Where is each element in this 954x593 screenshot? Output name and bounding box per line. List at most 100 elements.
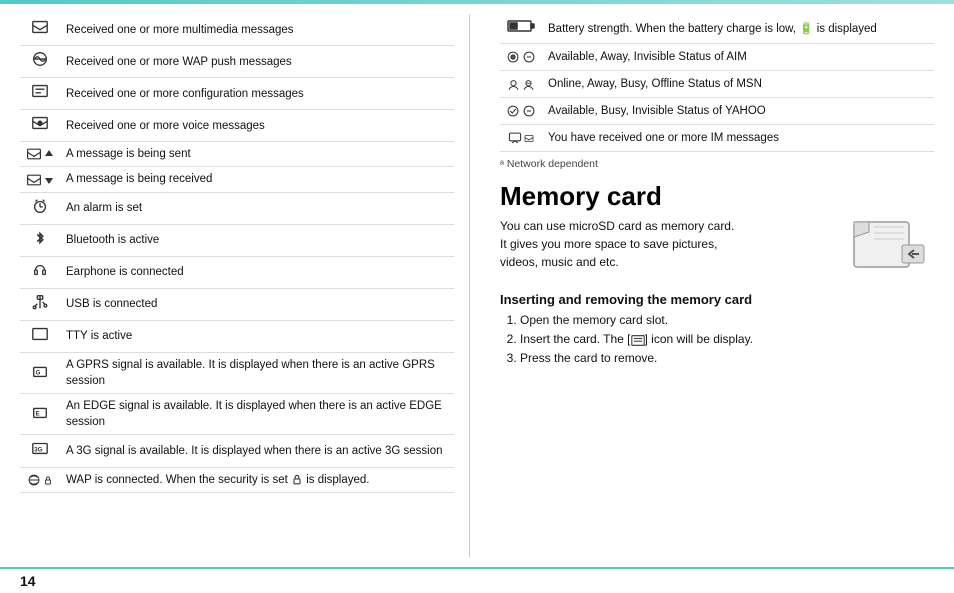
msn-icons: [506, 78, 536, 91]
svg-text:E: E: [36, 410, 40, 417]
edge-label: An EDGE signal is available. It is displ…: [60, 394, 454, 435]
table-row: A message is being sent: [20, 142, 454, 167]
icon-cell: G: [20, 353, 60, 394]
table-row: TTY is active: [20, 320, 454, 352]
im-chat-icon: [508, 131, 522, 145]
edge-icon: E: [31, 403, 49, 421]
im-label: You have received one or more IM message…: [542, 125, 934, 152]
svg-text:3G: 3G: [34, 447, 43, 454]
gprs-icon: G: [31, 362, 49, 380]
battery-label: Battery strength. When the battery charg…: [542, 14, 934, 44]
icon-cell: [20, 467, 60, 492]
usb-label: USB is connected: [60, 288, 454, 320]
icon-cell: 3G: [20, 435, 60, 467]
network-note: ᵃ Network dependent: [500, 158, 934, 170]
right-column: Battery strength. When the battery charg…: [490, 14, 934, 557]
msn-busy-icon: [522, 78, 535, 91]
table-row: G A GPRS signal is available. It is disp…: [20, 353, 454, 394]
lock-icon: [43, 475, 53, 485]
3g-icon: 3G: [31, 439, 49, 457]
inserting-steps: Open the memory card slot. Insert the ca…: [500, 311, 934, 369]
msn-online-icon: [507, 78, 520, 91]
bluetooth-icon: [31, 229, 49, 247]
bluetooth-label: Bluetooth is active: [60, 224, 454, 256]
icon-cell: [20, 224, 60, 256]
table-row: Received one or more multimedia messages: [20, 14, 454, 46]
icon-cell: [500, 14, 542, 44]
earphone-icon: [31, 261, 49, 279]
wap-label: Received one or more WAP push messages: [60, 46, 454, 78]
table-row: Bluetooth is active: [20, 224, 454, 256]
earphone-label: Earphone is connected: [60, 256, 454, 288]
msn-label: Online, Away, Busy, Offline Status of MS…: [542, 71, 934, 98]
arrow-up-icon: [44, 149, 54, 159]
table-row: Received one or more WAP push messages: [20, 46, 454, 78]
page-container: Received one or more multimedia messages…: [0, 0, 954, 593]
icon-cell: [20, 192, 60, 224]
table-row: Earphone is connected: [20, 256, 454, 288]
yahoo-busy-icon: [522, 104, 536, 118]
msg-icon2: [26, 172, 42, 188]
list-item: Insert the card. The [] icon will be dis…: [520, 330, 934, 349]
tty-icon: [31, 325, 49, 343]
wap-security-label: WAP is connected. When the security is s…: [60, 467, 454, 492]
table-row: Available, Away, Invisible Status of AIM: [500, 44, 934, 71]
inserting-title: Inserting and removing the memory card: [500, 292, 934, 307]
memory-card-body: You can use microSD card as memory card.…: [500, 217, 934, 282]
icon-cell: [500, 125, 542, 152]
aim-available-icon: [506, 50, 520, 64]
multimedia-icon: [31, 18, 49, 36]
icon-cell: [500, 98, 542, 125]
memory-card-section: Memory card You can use microSD card as …: [500, 182, 934, 557]
icon-cell: [20, 78, 60, 110]
table-row: Battery strength. When the battery charg…: [500, 14, 934, 44]
memory-card-illustration: [844, 217, 934, 282]
voice-icon: [31, 114, 49, 132]
multimedia-label: Received one or more multimedia messages: [60, 14, 454, 46]
table-row: Online, Away, Busy, Offline Status of MS…: [500, 71, 934, 98]
sending-icon-group: [26, 146, 54, 162]
im-envelope-icon: [524, 133, 534, 143]
config-icon: [31, 82, 49, 100]
table-row: Received one or more voice messages: [20, 110, 454, 142]
icon-cell: [500, 71, 542, 98]
icon-cell: E: [20, 394, 60, 435]
voice-label: Received one or more voice messages: [60, 110, 454, 142]
config-label: Received one or more configuration messa…: [60, 78, 454, 110]
gprs-label: A GPRS signal is available. It is displa…: [60, 353, 454, 394]
im-icons: [506, 131, 536, 145]
right-icon-table: Battery strength. When the battery charg…: [500, 14, 934, 152]
alarm-icon: [31, 197, 49, 215]
icon-cell: [20, 256, 60, 288]
icon-table: Received one or more multimedia messages…: [20, 14, 454, 493]
content-area: Received one or more multimedia messages…: [0, 4, 954, 567]
usb-icon: [31, 293, 49, 311]
bottom-bar: 14: [0, 567, 954, 593]
table-row: USB is connected: [20, 288, 454, 320]
left-column: Received one or more multimedia messages…: [20, 14, 470, 557]
table-row: WAP is connected. When the security is s…: [20, 467, 454, 492]
yahoo-available-icon: [506, 104, 520, 118]
battery-icon: [507, 19, 535, 33]
receiving-label: A message is being received: [60, 167, 454, 192]
list-item: Open the memory card slot.: [520, 311, 934, 330]
aim-icons: [506, 50, 536, 64]
icon-cell: [20, 110, 60, 142]
icon-cell: [20, 320, 60, 352]
msg-icon: [26, 146, 42, 162]
icon-cell: [20, 288, 60, 320]
table-row: A message is being received: [20, 167, 454, 192]
wap-security-icon-group: [26, 473, 54, 487]
globe-icon: [27, 473, 41, 487]
icon-cell: [20, 14, 60, 46]
icon-cell: [500, 44, 542, 71]
receiving-icon-group: [26, 172, 54, 188]
aim-label: Available, Away, Invisible Status of AIM: [542, 44, 934, 71]
svg-text:G: G: [36, 369, 41, 376]
list-item: Press the card to remove.: [520, 349, 934, 368]
table-row: You have received one or more IM message…: [500, 125, 934, 152]
icon-cell: [20, 46, 60, 78]
table-row: 3G A 3G signal is available. It is displ…: [20, 435, 454, 467]
table-row: Received one or more configuration messa…: [20, 78, 454, 110]
icon-cell: [20, 167, 60, 192]
